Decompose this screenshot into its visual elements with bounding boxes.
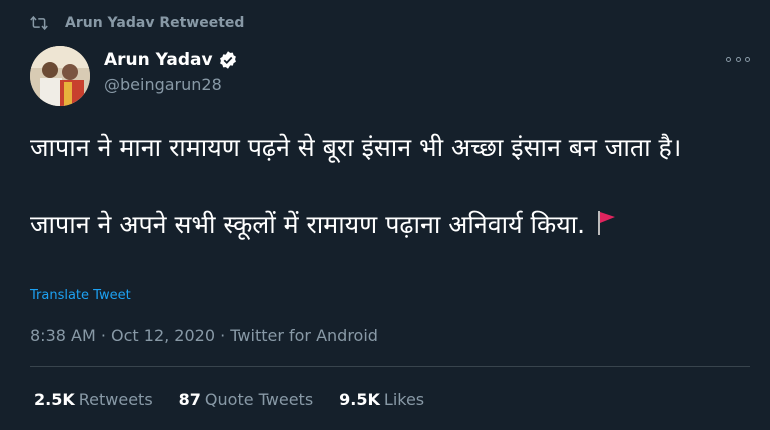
- tweet-text: जापान ने माना रामायण पढ़ने से बूरा इंसान…: [30, 128, 750, 244]
- tweet-meta[interactable]: 8:38 AM · Oct 12, 2020 · Twitter for And…: [30, 326, 378, 345]
- stat-quote-tweets[interactable]: 87 Quote Tweets: [179, 390, 314, 409]
- more-options-icon[interactable]: [726, 52, 750, 66]
- stat-label: Retweets: [78, 390, 153, 409]
- stat-label: Quote Tweets: [204, 390, 314, 409]
- tweet-line-2-text: जापान ने अपने सभी स्कूलों में रामायण पढ़…: [30, 210, 586, 239]
- author-name[interactable]: Arun Yadav: [104, 50, 213, 70]
- tweet-line-1: जापान ने माना रामायण पढ़ने से बूरा इंसान…: [30, 133, 682, 162]
- author-handle[interactable]: @beingarun28: [104, 75, 238, 94]
- stat-likes[interactable]: 9.5K Likes: [339, 390, 424, 409]
- stat-count: 87: [178, 390, 201, 409]
- red-flag-icon: [598, 211, 616, 235]
- tweet-line-2: जापान ने अपने सभी स्कूलों में रामायण पढ़…: [30, 205, 750, 244]
- verified-badge-icon: [219, 51, 236, 69]
- stats-bar: 2.5K Retweets 87 Quote Tweets 9.5K Likes: [34, 390, 450, 409]
- divider-top: [30, 366, 750, 367]
- stat-label: Likes: [383, 390, 425, 409]
- avatar[interactable]: [30, 46, 90, 106]
- stat-count: 2.5K: [34, 390, 75, 409]
- stat-count: 9.5K: [339, 390, 380, 409]
- author-block[interactable]: Arun Yadav @beingarun28: [104, 50, 238, 94]
- retweet-text: Arun Yadav Retweeted: [65, 15, 245, 31]
- stat-retweets[interactable]: 2.5K Retweets: [34, 390, 153, 409]
- retweet-icon: [30, 15, 48, 31]
- retweet-context[interactable]: Arun Yadav Retweeted: [30, 14, 244, 32]
- translate-tweet-link[interactable]: Translate Tweet: [30, 288, 131, 303]
